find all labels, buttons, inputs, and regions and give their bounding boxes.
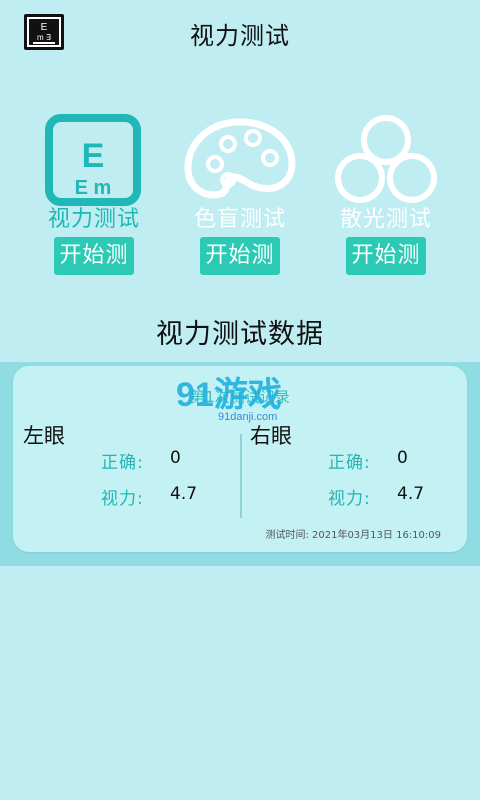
palette-icon[interactable]	[170, 110, 310, 210]
test-card-vision[interactable]: E E m 视力测试 开始测	[24, 110, 164, 280]
eye-chart-icon[interactable]: E E m	[24, 110, 164, 210]
right-vision-value: 4.7	[397, 484, 425, 504]
test-card-astigmatism[interactable]: 散光测试 开始测	[316, 110, 456, 280]
section-title: 视力测试数据	[156, 319, 324, 350]
watermark-site: 91danji.com	[218, 411, 277, 423]
left-eye-title: 左眼	[23, 424, 65, 448]
vision-test-label: 视力测试	[47, 207, 140, 232]
start-color-blind-test-button[interactable]: 开始测	[200, 237, 280, 275]
circles-icon[interactable]	[316, 110, 456, 210]
page-title: 视力测试	[190, 22, 290, 50]
astigmatism-test-label: 散光测试	[339, 207, 432, 232]
right-correct-label: 正确:	[328, 453, 371, 473]
right-vision-label: 视力:	[328, 489, 371, 509]
svg-text:E: E	[82, 137, 105, 175]
left-correct-label: 正确:	[101, 453, 144, 473]
color-blind-icon-wrap	[170, 110, 310, 210]
color-blind-test-label: 色盲测试	[193, 207, 286, 232]
astigmatism-icon-wrap	[316, 110, 456, 210]
left-vision-label: 视力:	[101, 489, 144, 509]
vision-test-icon-wrap: E E m	[24, 110, 164, 210]
start-astigmatism-test-button[interactable]: 开始测	[346, 237, 426, 275]
left-correct-value: 0	[170, 448, 181, 468]
right-correct-value: 0	[397, 448, 408, 468]
svg-text:E m: E m	[75, 177, 112, 199]
left-vision-value: 4.7	[170, 484, 198, 504]
watermark-logo: 91游戏 91danji.com	[176, 376, 282, 423]
watermark-brand: 91游戏	[176, 376, 282, 414]
test-card-color-blind[interactable]: 色盲测试 开始测	[170, 110, 310, 280]
start-vision-test-button[interactable]: 开始测	[54, 237, 134, 275]
test-time: 测试时间: 2021年03月13日 16:10:09	[265, 530, 441, 541]
